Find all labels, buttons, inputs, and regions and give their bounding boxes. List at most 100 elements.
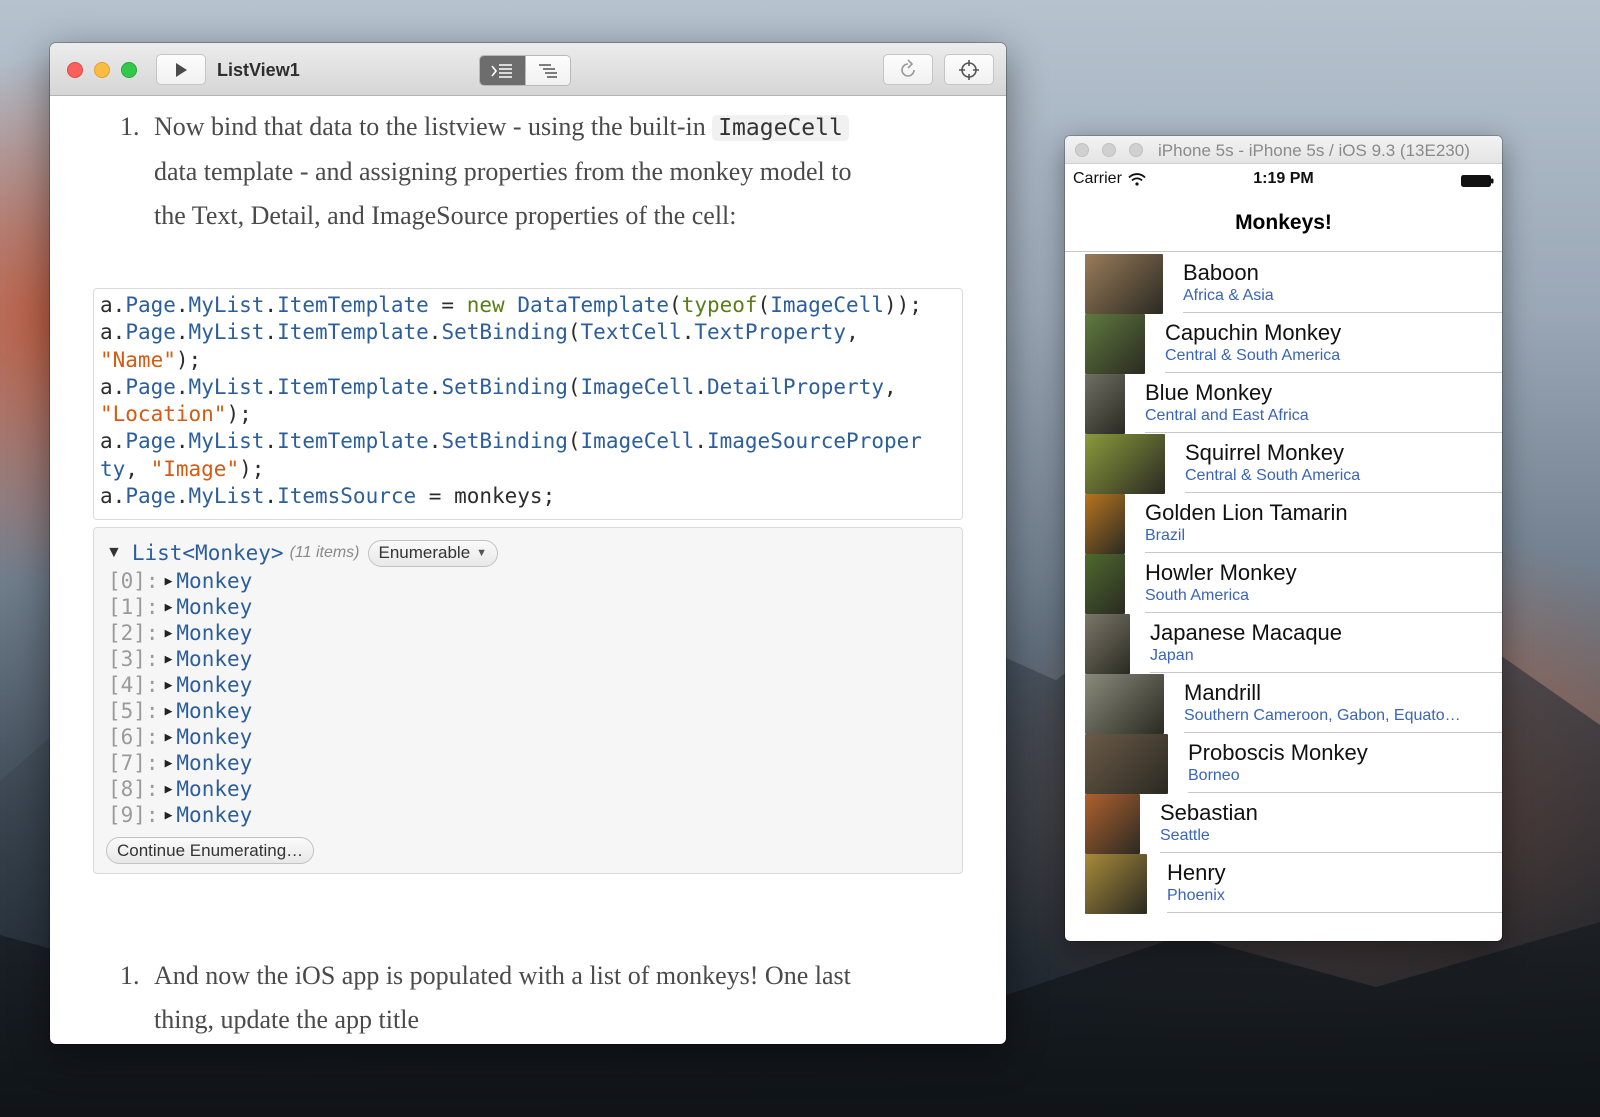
code-editor[interactable]: a.Page.MyList.ItemTemplate = new DataTem… xyxy=(93,288,963,520)
code-token: . xyxy=(175,429,189,454)
code-token: . xyxy=(264,293,278,317)
sim-minimize-button[interactable] xyxy=(1102,143,1116,157)
monkey-cell[interactable]: Howler Monkey South America xyxy=(1065,552,1502,614)
crosshair-icon xyxy=(959,59,979,80)
monkey-cell[interactable]: Henry Phoenix xyxy=(1065,852,1502,914)
monkey-location: Seattle xyxy=(1160,827,1210,844)
disclosure-arrow-icon[interactable]: ▶ xyxy=(165,652,173,667)
sim-close-button[interactable] xyxy=(1075,143,1089,157)
result-row[interactable]: [9]: ▶ Monkey xyxy=(108,802,252,828)
result-value: Monkey xyxy=(176,803,253,827)
code-token: . xyxy=(694,429,707,454)
enumerable-label: Enumerable xyxy=(378,543,471,562)
code-token: MyList xyxy=(188,320,265,345)
result-index: [3]: xyxy=(108,647,159,671)
result-row[interactable]: [7]: ▶ Monkey xyxy=(108,750,252,776)
code-token: . xyxy=(112,320,126,345)
disclosure-arrow-icon[interactable]: ▶ xyxy=(165,730,173,745)
code-token: DetailProperty xyxy=(706,374,884,399)
result-row[interactable]: [0]: ▶ Monkey xyxy=(108,568,252,594)
disclosure-arrow-icon[interactable]: ▶ xyxy=(165,626,173,641)
monkey-location: Central & South America xyxy=(1165,347,1341,364)
refresh-button[interactable] xyxy=(883,54,933,85)
result-row[interactable]: [6]: ▶ Monkey xyxy=(108,724,252,750)
monkey-thumbnail xyxy=(1085,254,1163,314)
outline-view-toggle[interactable] xyxy=(524,56,570,85)
nav-title: Monkeys! xyxy=(1065,194,1502,252)
disclosure-arrow-icon[interactable]: ▶ xyxy=(165,574,173,589)
result-row[interactable]: [4]: ▶ Monkey xyxy=(108,672,252,698)
result-row[interactable]: [1]: ▶ Monkey xyxy=(108,594,252,620)
code-token: ); xyxy=(239,456,265,481)
code-token: ); xyxy=(175,347,202,372)
code-token: MyList xyxy=(188,374,265,399)
disclosure-arrow-icon[interactable]: ▶ xyxy=(165,782,173,797)
disclosure-triangle-icon[interactable]: ▼ xyxy=(106,544,122,562)
markdown-view-toggle[interactable] xyxy=(480,56,525,85)
zoom-button[interactable] xyxy=(121,62,137,78)
result-row[interactable]: [3]: ▶ Monkey xyxy=(108,646,252,672)
disclosure-arrow-icon[interactable]: ▶ xyxy=(165,678,173,693)
result-index: [6]: xyxy=(108,725,159,749)
result-type: List<Monkey> xyxy=(131,541,284,565)
code-token: ItemTemplate xyxy=(277,320,429,345)
step-1-text: Now bind that data to the listview - usi… xyxy=(154,112,713,141)
monkey-cell[interactable]: Mandrill Southern Cameroon, Gabon, Equato… xyxy=(1065,672,1502,734)
code-token: ImageCell xyxy=(770,293,884,317)
result-index: [9]: xyxy=(108,803,159,827)
chevron-down-icon: ▼ xyxy=(476,547,488,559)
code-token: . xyxy=(175,293,189,317)
monkey-name: Proboscis Monkey xyxy=(1188,740,1368,765)
code-token: . xyxy=(175,374,189,399)
code-line: a.Page.MyList.ItemsSource = monkeys; xyxy=(100,483,956,510)
code-token: . xyxy=(264,374,278,399)
monkey-cell[interactable]: Golden Lion Tamarin Brazil xyxy=(1065,492,1502,554)
monkey-cell[interactable]: Capuchin Monkey Central & South America xyxy=(1065,312,1502,374)
disclosure-arrow-icon[interactable]: ▶ xyxy=(165,704,173,719)
step-1-line-2: data template - and assigning properties… xyxy=(154,157,852,186)
refresh-icon xyxy=(901,58,915,77)
sim-zoom-button[interactable] xyxy=(1129,143,1143,157)
minimize-button[interactable] xyxy=(94,62,110,78)
code-line: "Name"); xyxy=(100,347,956,374)
code-token: Page xyxy=(125,374,176,399)
code-line: a.Page.MyList.ItemTemplate = new DataTem… xyxy=(100,292,956,319)
disclosure-arrow-icon[interactable]: ▶ xyxy=(165,808,173,823)
monkey-thumbnail xyxy=(1085,614,1130,674)
result-value: Monkey xyxy=(176,751,253,775)
monkey-cell[interactable]: Sebastian Seattle xyxy=(1065,792,1502,854)
enumerable-dropdown[interactable]: Enumerable ▼ xyxy=(367,539,499,567)
code-token: ImageCell xyxy=(580,374,695,399)
continue-enumerating-button[interactable]: Continue Enumerating… xyxy=(106,837,315,864)
disclosure-arrow-icon[interactable]: ▶ xyxy=(165,756,173,771)
code-token: = xyxy=(428,293,467,317)
code-token: ImageSourceProper xyxy=(706,429,922,454)
view-mode-segment[interactable] xyxy=(479,55,571,86)
play-icon xyxy=(176,62,187,77)
code-token: )); xyxy=(884,293,922,317)
monkey-cell[interactable]: Baboon Africa & Asia xyxy=(1065,252,1502,314)
monkey-cell[interactable]: Proboscis Monkey Borneo xyxy=(1065,732,1502,794)
ios-status-bar: Carrier 1:19 PM xyxy=(1065,166,1502,194)
result-index: [1]: xyxy=(108,595,159,619)
result-row[interactable]: [8]: ▶ Monkey xyxy=(108,776,252,802)
disclosure-arrow-icon[interactable]: ▶ xyxy=(165,600,173,615)
run-button[interactable] xyxy=(156,54,206,85)
monkey-cell[interactable]: Blue Monkey Central and East Africa xyxy=(1065,372,1502,434)
step-2-line-1: And now the iOS app is populated with a … xyxy=(154,961,851,990)
code-token: TextProperty xyxy=(694,320,847,345)
inspect-button[interactable] xyxy=(944,54,994,85)
close-button[interactable] xyxy=(67,62,83,78)
result-row[interactable]: [2]: ▶ Monkey xyxy=(108,620,252,646)
code-token: TextCell xyxy=(580,320,682,345)
result-value: Monkey xyxy=(176,595,253,619)
monkey-cell[interactable]: Japanese Macaque Japan xyxy=(1065,612,1502,674)
code-token: Page xyxy=(125,293,176,317)
step-1-line-3: the Text, Detail, and ImageSource proper… xyxy=(154,201,737,230)
result-header: ▼ List<Monkey> (11 items) Enumerable ▼ xyxy=(106,539,499,567)
result-row[interactable]: [5]: ▶ Monkey xyxy=(108,698,252,724)
monkey-cell[interactable]: Squirrel Monkey Central & South America xyxy=(1065,432,1502,494)
inline-code: ImageCell xyxy=(712,115,849,141)
monkey-list[interactable]: Baboon Africa & Asia Capuchin Monkey Centra… xyxy=(1065,252,1502,914)
